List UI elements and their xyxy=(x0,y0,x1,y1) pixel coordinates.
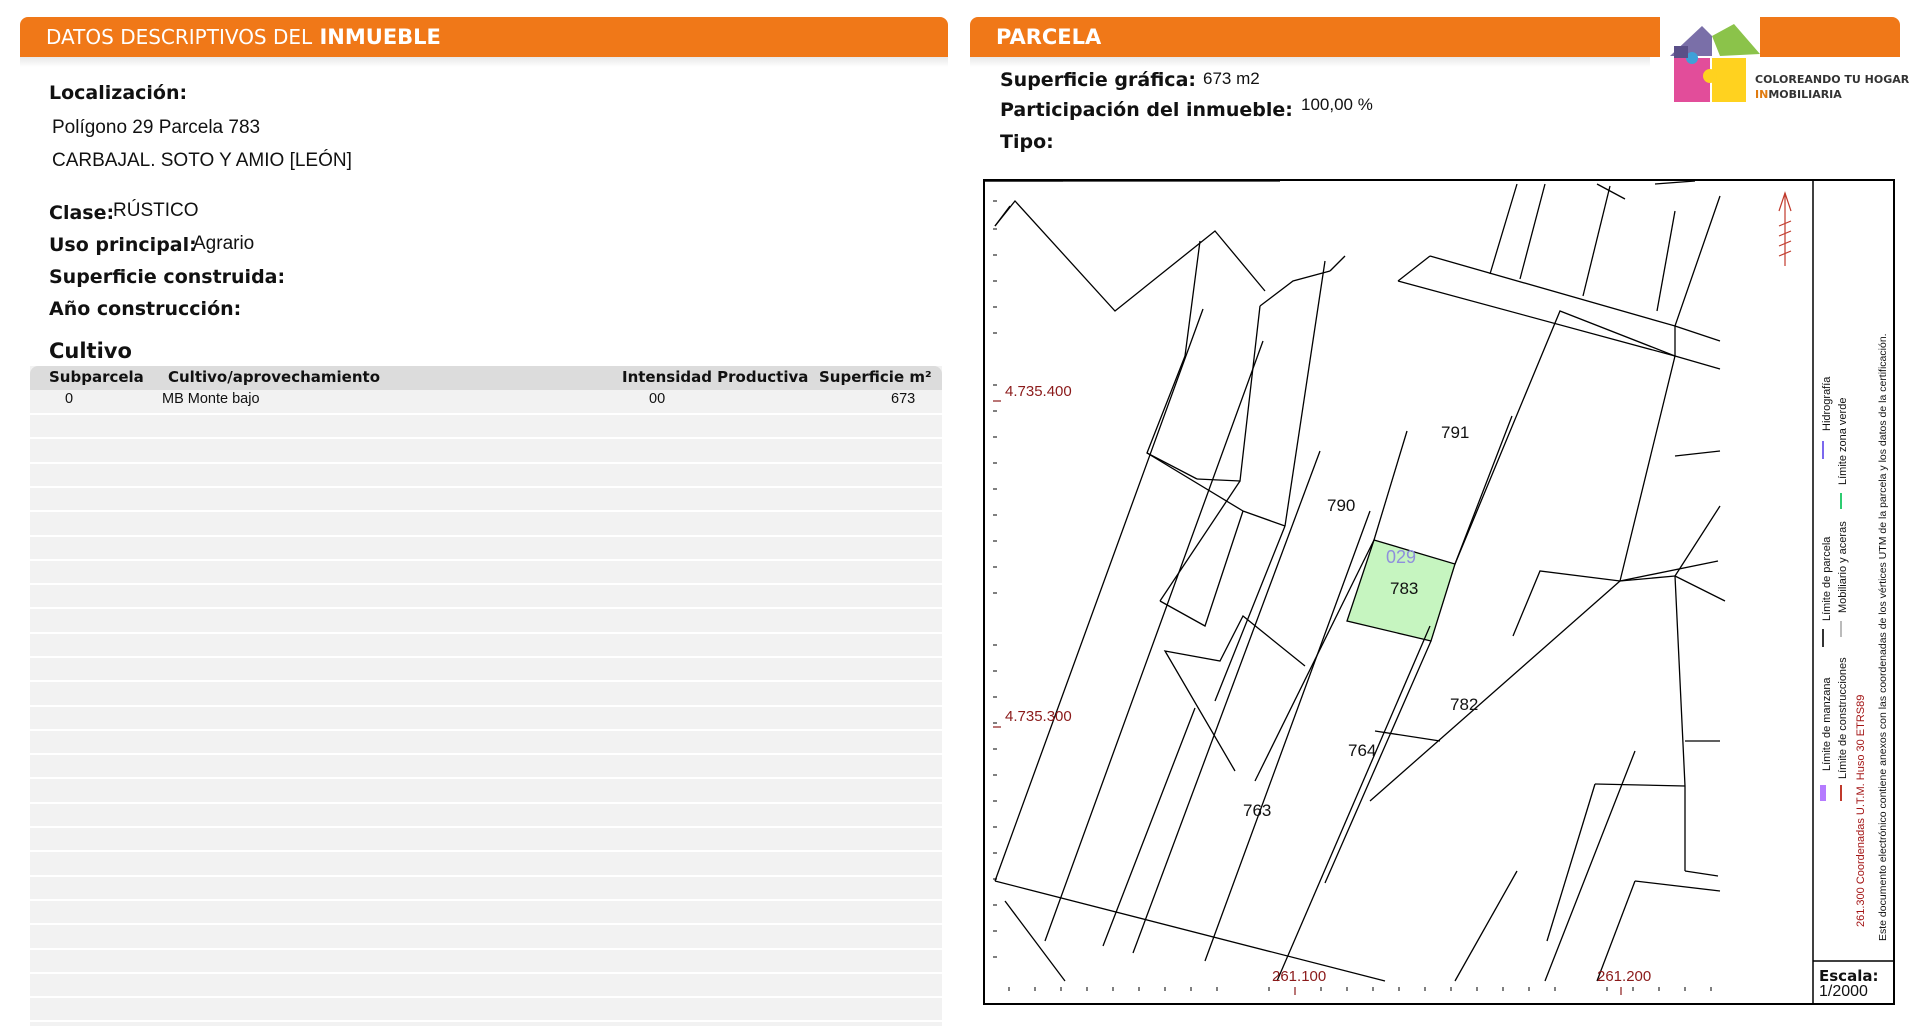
localizacion-label: Localización: xyxy=(49,82,188,104)
legend-doc-note: Este documento electrónico contiene anex… xyxy=(1877,333,1889,941)
table-row-divider xyxy=(30,705,942,707)
legend-limite-parcela: Límite de parcela xyxy=(1821,536,1833,621)
superficie-construida-label: Superficie construida: xyxy=(49,266,286,288)
header-shadow xyxy=(20,57,948,67)
parcel-label-764: 764 xyxy=(1348,741,1377,760)
legend-limite-manzana: Límite de manzana xyxy=(1821,677,1833,771)
logo-line1: COLOREANDO TU HOGAR xyxy=(1755,73,1910,86)
header-shadow-right xyxy=(970,57,1650,67)
legend-mobiliario: Mobiliario y aceras xyxy=(1837,521,1849,613)
superficie-grafica-value: 673 m2 xyxy=(1203,69,1260,88)
table-row-divider xyxy=(30,899,942,901)
table-row-divider xyxy=(30,923,942,925)
uso-label: Uso principal: xyxy=(49,234,197,256)
table-row-divider xyxy=(30,753,942,755)
cadastral-map: 791 790 029 783 782 764 763 4.735.400 4.… xyxy=(983,179,1895,1005)
cultivo-title: Cultivo xyxy=(49,339,132,363)
north-arrow-icon xyxy=(1778,191,1792,266)
table-cell-cultivo: MB Monte bajo xyxy=(162,391,260,407)
table-cell-intensidad: 00 xyxy=(649,391,666,407)
uso-value: Agrario xyxy=(193,233,255,254)
logo-line2-accent: IN xyxy=(1755,88,1769,101)
x-coord-right: 261.200 xyxy=(1597,968,1652,985)
cultivo-table xyxy=(30,366,942,1026)
y-coord-lower: 4.735.300 xyxy=(1005,708,1072,725)
table-row-divider xyxy=(30,413,942,415)
participacion-value: 100,00 % xyxy=(1301,95,1373,114)
table-row-divider xyxy=(30,729,942,731)
map-drawing xyxy=(985,181,1893,1003)
localizacion-line2: CARBAJAL. SOTO Y AMIO [LEÓN] xyxy=(52,150,352,171)
table-row-divider xyxy=(30,802,942,804)
right-section-header: PARCELA xyxy=(970,17,1900,57)
y-coord-upper: 4.735.400 xyxy=(1005,383,1072,400)
parcel-label-029: 029 xyxy=(1386,547,1417,567)
table-row-divider xyxy=(30,437,942,439)
table-row-divider xyxy=(30,656,942,658)
table-cell-superficie: 673 xyxy=(891,391,916,407)
tipo-label: Tipo: xyxy=(1000,131,1054,153)
parcel-label-790: 790 xyxy=(1327,496,1356,515)
logo-line2: INMOBILIARIA xyxy=(1755,88,1842,101)
table-row-divider xyxy=(30,996,942,998)
parcel-label-783: 783 xyxy=(1390,579,1419,598)
participacion-label: Participación del inmueble: xyxy=(1000,99,1293,121)
superficie-grafica-label: Superficie gráfica: xyxy=(1000,69,1196,91)
scale-value: 1/2000 xyxy=(1819,983,1868,1000)
table-row-divider xyxy=(30,875,942,877)
parcel-label-782: 782 xyxy=(1450,695,1479,714)
legend-hidrografia: Hidrografía xyxy=(1821,376,1833,431)
table-row-divider xyxy=(30,777,942,779)
table-cell-subparcela: 0 xyxy=(65,391,74,407)
x-coord-left: 261.100 xyxy=(1272,968,1327,985)
clase-value: RÚSTICO xyxy=(113,200,199,221)
house-puzzle-icon xyxy=(1670,24,1760,102)
table-row-divider xyxy=(30,972,942,974)
table-row-divider xyxy=(30,826,942,828)
table-row-divider xyxy=(30,680,942,682)
table-row-divider xyxy=(30,535,942,537)
th-intensidad: Intensidad Productiva xyxy=(622,368,809,386)
table-row-divider xyxy=(30,559,942,561)
table-row-divider xyxy=(30,462,942,464)
localizacion-line1: Polígono 29 Parcela 783 xyxy=(52,117,261,138)
th-superficie: Superficie m² xyxy=(819,368,932,386)
anio-construccion-label: Año construcción: xyxy=(49,298,242,320)
table-row-divider xyxy=(30,486,942,488)
table-row-divider xyxy=(30,510,942,512)
legend-coords-note: 261.300 Coordenadas U.T.M. Huso 30 ETRS8… xyxy=(1855,694,1867,927)
th-subparcela: Subparcela xyxy=(49,368,144,386)
table-row-divider xyxy=(30,948,942,950)
parcel-label-791: 791 xyxy=(1441,423,1470,442)
left-section-header: DATOS DESCRIPTIVOS DEL INMUEBLE xyxy=(20,17,948,57)
parcela-header-text: PARCELA xyxy=(996,25,1102,49)
legend-limite-construcciones: Límite de construcciones xyxy=(1837,657,1849,779)
th-cultivo: Cultivo/aprovechamiento xyxy=(168,368,381,386)
logo-line2-rest: MOBILIARIA xyxy=(1768,88,1842,101)
table-row-divider xyxy=(30,1020,942,1022)
table-row-divider xyxy=(30,583,942,585)
parcel-label-763: 763 xyxy=(1243,801,1272,820)
brand-logo xyxy=(1660,16,1760,106)
table-row-divider xyxy=(30,632,942,634)
legend-zona-verde: Límite zona verde xyxy=(1837,397,1849,485)
clase-label: Clase: xyxy=(49,202,115,224)
header-thin-text: DATOS DESCRIPTIVOS DEL xyxy=(46,25,313,49)
table-row-divider xyxy=(30,607,942,609)
table-row-divider xyxy=(30,850,942,852)
header-bold-text: INMUEBLE xyxy=(319,25,441,49)
